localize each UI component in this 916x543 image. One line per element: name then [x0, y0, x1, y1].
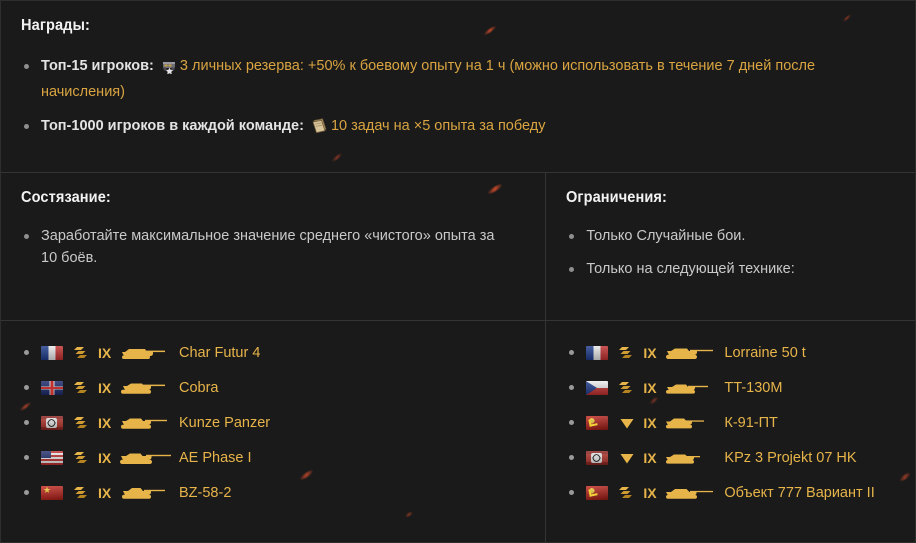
tank-tier: IX: [98, 449, 112, 466]
medium-tank-class-icon: [73, 380, 91, 396]
tank-silhouette-icon: [119, 377, 171, 399]
rewards-list: Топ-15 игроков: 3 личных резерва: +50% к…: [21, 55, 895, 141]
tank-row[interactable]: IX TT-130M: [566, 370, 895, 405]
tank-silhouette-icon: [119, 482, 171, 504]
tank-silhouette-icon: [664, 412, 716, 434]
tank-silhouette-icon: [119, 342, 171, 364]
tank-silhouette-icon: [664, 377, 716, 399]
tank-tier: IX: [643, 414, 657, 431]
restrictions-item: Только Случайные бои.: [566, 225, 895, 247]
flag-czechoslovakia-icon: [586, 380, 609, 395]
tank-destroyer-class-icon: [618, 415, 636, 431]
tank-name: BZ-58-2: [179, 484, 232, 501]
tank-silhouette-icon: [119, 412, 171, 434]
flag-france-icon: [586, 345, 609, 360]
competition-heading: Состязание:: [21, 189, 111, 206]
flag-germany-icon: [586, 450, 609, 465]
booklet-icon: [311, 117, 329, 141]
left-column: Состязание: Заработайте максимальное зна…: [1, 173, 547, 542]
tank-destroyer-class-icon: [618, 450, 636, 466]
tank-row[interactable]: IX AE Phase I: [21, 440, 525, 475]
tank-row[interactable]: IX BZ-58-2: [21, 475, 525, 510]
rewards-section: Награды: Топ-15 игроков: 3 личных резерв…: [1, 1, 915, 173]
competition-section: Состязание: Заработайте максимальное зна…: [1, 173, 546, 321]
tank-tier: IX: [643, 449, 657, 466]
flag-usa-icon: [41, 450, 63, 465]
tank-name: Lorraine 50 t: [724, 344, 806, 361]
right-tank-list-block: IX Lorraine 50 t IX TT-130M IX К-91-ПТ I…: [546, 321, 915, 542]
medium-tank-class-icon: [73, 485, 91, 501]
tank-silhouette-icon: [664, 482, 716, 504]
right-column: Ограничения: Только Случайные бои. Тольк…: [546, 173, 915, 542]
competition-item: Заработайте максимальное значение средне…: [21, 225, 511, 270]
reward-gold-text: 3 личных резерва: +50% к боевому опыту н…: [179, 58, 506, 74]
rewards-heading: Награды:: [21, 17, 91, 34]
restrictions-heading: Ограничения:: [566, 189, 668, 206]
tank-name: AE Phase I: [179, 449, 252, 466]
restrictions-item: Только на следующей технике:: [566, 258, 895, 280]
left-tank-list-block: IX Char Futur 4 IX Cobra IX Kunze Panzer…: [1, 321, 545, 542]
flag-uk-icon: [41, 380, 63, 395]
restrictions-list: Только Случайные бои. Только на следующе…: [566, 225, 895, 281]
competition-list: Заработайте максимальное значение средне…: [21, 225, 525, 270]
tank-row[interactable]: IX Cobra: [21, 370, 525, 405]
flag-ussr-icon: [586, 485, 609, 500]
flag-ussr-icon: [586, 415, 609, 430]
restrictions-section: Ограничения: Только Случайные бои. Тольк…: [546, 173, 915, 321]
tank-tier: IX: [98, 484, 112, 501]
tank-row[interactable]: IX Объект 777 Вариант II: [566, 475, 895, 510]
medium-tank-class-icon: [618, 485, 636, 501]
tank-tier: IX: [643, 344, 657, 361]
tank-name: Cobra: [179, 379, 219, 396]
reward-item: Топ-15 игроков: 3 личных резерва: +50% к…: [21, 55, 895, 104]
tank-silhouette-icon: [664, 447, 716, 469]
personal-reserve-icon: [161, 58, 178, 81]
tank-tier: IX: [98, 414, 112, 431]
tank-name: Объект 777 Вариант II: [724, 484, 875, 501]
tank-tier: IX: [98, 379, 112, 396]
flag-china-icon: [41, 485, 63, 500]
tank-row[interactable]: IX Lorraine 50 t: [566, 335, 895, 370]
tank-name: Char Futur 4: [179, 344, 261, 361]
tank-name: Kunze Panzer: [179, 414, 271, 431]
flag-germany-icon: [41, 415, 63, 430]
medium-tank-class-icon: [73, 415, 91, 431]
left-tank-list: IX Char Futur 4 IX Cobra IX Kunze Panzer…: [21, 335, 525, 510]
tank-tier: IX: [98, 344, 112, 361]
tank-tier: IX: [643, 379, 657, 396]
tank-tier: IX: [643, 484, 657, 501]
medium-tank-class-icon: [73, 345, 91, 361]
reward-gold-text: 10 задач на ×5 опыта за победу: [330, 117, 546, 134]
columns-wrapper: Состязание: Заработайте максимальное зна…: [1, 173, 915, 542]
tank-name: К-91-ПТ: [724, 414, 778, 431]
reward-label: Топ-1000 игроков в каждой команде:: [41, 117, 304, 134]
tank-silhouette-icon: [119, 447, 171, 469]
tank-name: KPz 3 Projekt 07 HK: [724, 449, 857, 466]
tank-name: TT-130M: [724, 379, 783, 396]
reward-item: Топ-1000 игроков в каждой команде: 10 за…: [21, 115, 895, 141]
tank-row[interactable]: IX Char Futur 4: [21, 335, 525, 370]
reward-label: Топ-15 игроков:: [41, 58, 154, 74]
right-tank-list: IX Lorraine 50 t IX TT-130M IX К-91-ПТ I…: [566, 335, 895, 510]
medium-tank-class-icon: [618, 345, 636, 361]
tank-row[interactable]: IX К-91-ПТ: [566, 405, 895, 440]
medium-tank-class-icon: [618, 380, 636, 396]
event-info-panel: Награды: Топ-15 игроков: 3 личных резерв…: [0, 0, 916, 543]
tank-silhouette-icon: [664, 342, 716, 364]
tank-row[interactable]: IX KPz 3 Projekt 07 HK: [566, 440, 895, 475]
tank-row[interactable]: IX Kunze Panzer: [21, 405, 525, 440]
flag-france-icon: [41, 345, 63, 360]
medium-tank-class-icon: [73, 450, 91, 466]
